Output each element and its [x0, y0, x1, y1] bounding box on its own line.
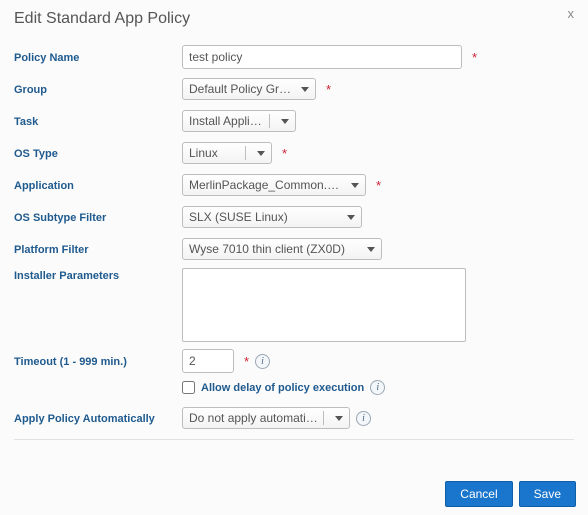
save-button[interactable]: Save — [519, 481, 576, 507]
chevron-down-icon — [347, 215, 355, 220]
chevron-down-icon — [281, 119, 289, 124]
application-label: Application — [14, 178, 182, 192]
chevron-down-icon — [367, 247, 375, 252]
application-select[interactable]: MerlinPackage_Common.exe (Loc — [182, 174, 366, 196]
required-mark: * — [472, 50, 477, 65]
group-label: Group — [14, 82, 182, 96]
policy-name-input[interactable] — [182, 45, 462, 69]
required-mark: * — [326, 82, 331, 97]
allow-delay-checkbox[interactable] — [182, 381, 195, 394]
dialog-footer: Cancel Save — [445, 481, 576, 507]
apply-auto-label: Apply Policy Automatically — [14, 411, 182, 425]
policy-name-label: Policy Name — [14, 50, 182, 64]
dialog-title: Edit Standard App Policy — [14, 8, 190, 38]
chevron-down-icon — [351, 183, 359, 188]
close-icon[interactable]: x — [568, 6, 575, 21]
group-value: Default Policy Group — [189, 82, 295, 96]
os-type-select[interactable]: Linux — [182, 142, 272, 164]
divider — [14, 439, 574, 440]
os-subtype-label: OS Subtype Filter — [14, 210, 182, 224]
os-subtype-value: SLX (SUSE Linux) — [189, 210, 341, 224]
task-value: Install Application — [189, 114, 264, 128]
cancel-button[interactable]: Cancel — [445, 481, 512, 507]
platform-filter-select[interactable]: Wyse 7010 thin client (ZX0D) — [182, 238, 382, 260]
installer-params-label: Installer Parameters — [14, 268, 182, 282]
installer-params-input[interactable] — [182, 268, 466, 342]
required-mark: * — [244, 354, 249, 369]
chevron-down-icon — [257, 151, 265, 156]
chevron-down-icon — [301, 87, 309, 92]
required-mark: * — [376, 178, 381, 193]
info-icon[interactable]: i — [356, 411, 371, 426]
edit-policy-dialog: Edit Standard App Policy x Policy Name *… — [0, 0, 588, 440]
platform-filter-value: Wyse 7010 thin client (ZX0D) — [189, 242, 361, 256]
apply-auto-select[interactable]: Do not apply automatically — [182, 407, 350, 429]
application-value: MerlinPackage_Common.exe (Loc — [189, 178, 345, 192]
timeout-label: Timeout (1 - 999 min.) — [14, 354, 182, 368]
info-icon[interactable]: i — [255, 354, 270, 369]
os-type-value: Linux — [189, 146, 240, 160]
info-icon[interactable]: i — [370, 380, 385, 395]
timeout-input[interactable] — [182, 349, 234, 373]
task-select[interactable]: Install Application — [182, 110, 296, 132]
required-mark: * — [282, 146, 287, 161]
apply-auto-value: Do not apply automatically — [189, 411, 318, 425]
os-type-label: OS Type — [14, 146, 182, 160]
group-select[interactable]: Default Policy Group — [182, 78, 316, 100]
os-subtype-select[interactable]: SLX (SUSE Linux) — [182, 206, 362, 228]
task-label: Task — [14, 114, 182, 128]
allow-delay-label: Allow delay of policy execution — [201, 382, 364, 394]
platform-filter-label: Platform Filter — [14, 242, 182, 256]
chevron-down-icon — [335, 416, 343, 421]
